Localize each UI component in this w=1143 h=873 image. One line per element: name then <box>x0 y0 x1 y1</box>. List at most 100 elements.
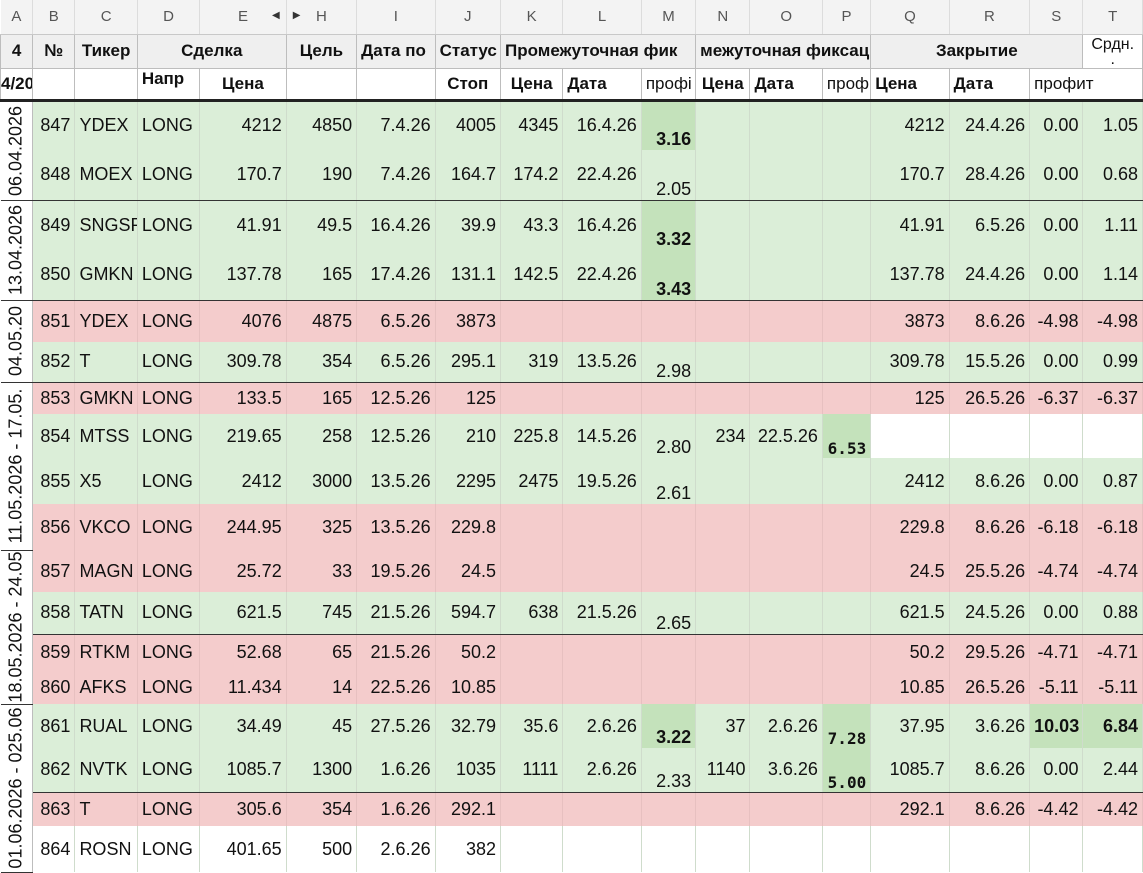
cell-s[interactable]: 0.00 <box>1029 458 1084 504</box>
cell-q[interactable]: 4212 <box>870 100 950 150</box>
cell-o[interactable]: 2.6.26 <box>749 704 823 748</box>
cell-c[interactable]: VKCO <box>74 504 138 550</box>
header-closing[interactable]: Закрытие <box>870 33 1084 69</box>
cell-l[interactable]: 14.5.26 <box>562 414 642 458</box>
cell-s[interactable] <box>1029 826 1084 872</box>
cell-t[interactable] <box>1082 826 1143 872</box>
collapse-left-icon[interactable]: ◀ <box>272 10 280 21</box>
cell-m[interactable] <box>641 300 697 342</box>
cell-s[interactable]: -4.42 <box>1029 792 1084 826</box>
cell-q[interactable]: 292.1 <box>870 792 950 826</box>
cell-m[interactable] <box>641 792 697 826</box>
cell-o[interactable] <box>749 504 823 550</box>
cell-s[interactable]: -6.18 <box>1029 504 1084 550</box>
header-fix1-price[interactable]: Цена <box>499 67 564 102</box>
cell-b[interactable]: 857 <box>32 550 76 592</box>
cell-c[interactable]: AFKS <box>74 670 138 704</box>
header-deal[interactable]: Сделка <box>136 33 287 69</box>
cell-e[interactable]: 2412 <box>199 458 287 504</box>
cell-m[interactable]: 2.98 <box>641 342 697 383</box>
cell-j[interactable]: 164.7 <box>435 150 501 201</box>
cell-n[interactable]: 37 <box>695 704 751 748</box>
cell-r[interactable]: 8.6.26 <box>949 300 1031 342</box>
header-direction[interactable]: Напр <box>136 67 201 102</box>
cell-i[interactable]: 13.5.26 <box>356 504 436 550</box>
cell-l[interactable]: 22.4.26 <box>562 250 642 301</box>
week-group-label[interactable]: 01.06.2026 - 025.06 <box>0 704 34 873</box>
cell-e[interactable]: 4212 <box>199 100 287 150</box>
cell-k[interactable]: 319 <box>500 342 564 383</box>
cell-d[interactable]: LONG <box>137 458 201 504</box>
cell-s[interactable]: -4.98 <box>1029 300 1084 342</box>
header-close-profit[interactable]: профит <box>1029 67 1143 102</box>
cell-i[interactable]: 21.5.26 <box>356 592 436 635</box>
cell-o[interactable] <box>749 826 823 872</box>
cell-s[interactable]: 0.00 <box>1029 592 1084 635</box>
cell-e[interactable]: 133.5 <box>199 382 287 414</box>
cell-e[interactable]: 170.7 <box>199 150 287 201</box>
cell-e[interactable]: 11.434 <box>199 670 287 704</box>
cell-t[interactable]: 1.05 <box>1082 100 1143 150</box>
header-ticker[interactable]: Тикер <box>74 33 138 69</box>
cell-q[interactable]: 50.2 <box>870 634 950 670</box>
cell-h[interactable]: 354 <box>286 342 358 383</box>
cell-m[interactable] <box>641 382 697 414</box>
cell-p[interactable] <box>822 826 872 872</box>
cell-c[interactable]: MTSS <box>74 414 138 458</box>
cell-o[interactable] <box>749 458 823 504</box>
cell-q[interactable]: 41.91 <box>870 200 950 250</box>
cell-h[interactable]: 745 <box>286 592 358 635</box>
cell-q[interactable]: 621.5 <box>870 592 950 635</box>
cell-k[interactable]: 2475 <box>500 458 564 504</box>
cell-d[interactable]: LONG <box>137 250 201 301</box>
cell-d[interactable]: LONG <box>137 342 201 383</box>
cell-o[interactable] <box>749 150 823 201</box>
cell-r[interactable]: 24.4.26 <box>949 100 1031 150</box>
cell-t[interactable]: -4.74 <box>1082 550 1143 592</box>
cell-c[interactable]: T <box>74 342 138 383</box>
cell-d[interactable]: LONG <box>137 300 201 342</box>
cell-i[interactable]: 16.4.26 <box>356 200 436 250</box>
cell-m[interactable]: 3.32 <box>641 200 697 250</box>
cell-j[interactable]: 295.1 <box>435 342 501 383</box>
cell-o[interactable]: 22.5.26 <box>749 414 823 458</box>
column-header-m[interactable]: M <box>641 0 697 35</box>
cell-c[interactable]: MOEX <box>74 150 138 201</box>
header2-cell-b[interactable] <box>32 67 76 102</box>
cell-e[interactable]: 52.68 <box>199 634 287 670</box>
cell-l[interactable] <box>562 634 642 670</box>
cell-l[interactable]: 13.5.26 <box>562 342 642 383</box>
cell-c[interactable]: YDEX <box>74 300 138 342</box>
header-cell-a[interactable]: 4 <box>0 33 34 69</box>
cell-i[interactable]: 6.5.26 <box>356 342 436 383</box>
cell-m[interactable]: 2.33 <box>641 748 697 793</box>
cell-c[interactable]: RTKM <box>74 634 138 670</box>
cell-t[interactable]: 6.84 <box>1082 704 1143 748</box>
cell-i[interactable]: 12.5.26 <box>356 382 436 414</box>
cell-r[interactable]: 25.5.26 <box>949 550 1031 592</box>
cell-j[interactable]: 39.9 <box>435 200 501 250</box>
cell-o[interactable] <box>749 300 823 342</box>
cell-b[interactable]: 864 <box>32 826 76 872</box>
cell-l[interactable] <box>562 550 642 592</box>
cell-q[interactable] <box>870 414 950 458</box>
cell-k[interactable] <box>500 792 564 826</box>
cell-j[interactable]: 1035 <box>435 748 501 793</box>
cell-c[interactable]: ROSN <box>74 826 138 872</box>
week-group-label[interactable]: 06.04.2026 <box>0 100 34 201</box>
cell-n[interactable] <box>695 670 751 704</box>
cell-h[interactable]: 190 <box>286 150 358 201</box>
cell-p[interactable] <box>822 100 872 150</box>
week-group-label[interactable]: 11.05.2026 - 17.05. <box>0 382 34 551</box>
header2-cell-c[interactable] <box>74 67 138 102</box>
cell-o[interactable] <box>749 792 823 826</box>
cell-s[interactable]: 0.00 <box>1029 200 1084 250</box>
cell-m[interactable] <box>641 826 697 872</box>
cell-r[interactable]: 26.5.26 <box>949 382 1031 414</box>
cell-h[interactable]: 1300 <box>286 748 358 793</box>
cell-o[interactable] <box>749 250 823 301</box>
header-status[interactable]: Статус <box>434 33 501 69</box>
cell-j[interactable]: 32.79 <box>435 704 501 748</box>
cell-p[interactable] <box>822 250 872 301</box>
header-number[interactable]: № <box>32 33 76 69</box>
